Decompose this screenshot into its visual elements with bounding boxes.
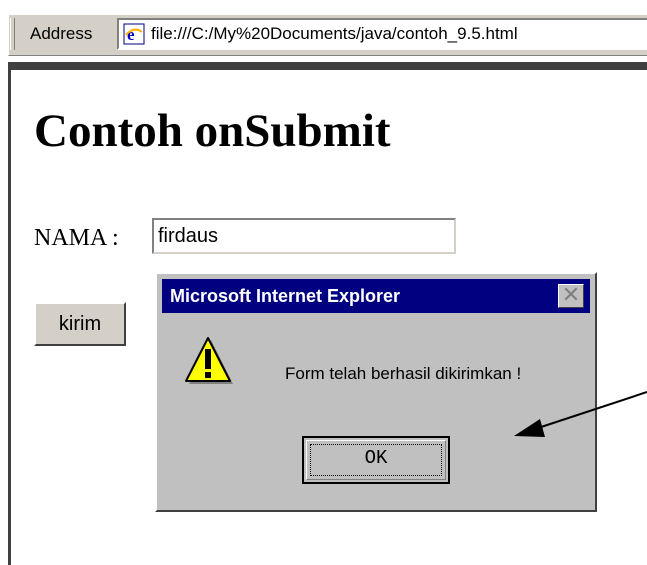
- address-toolbar: Address e file:///C:/My%20Documents/java…: [0, 0, 647, 60]
- kirim-button[interactable]: kirim: [34, 302, 126, 346]
- address-input[interactable]: e file:///C:/My%20Documents/java/contoh_…: [117, 18, 647, 50]
- frame-border-left: [8, 62, 11, 565]
- dialog-titlebar[interactable]: Microsoft Internet Explorer ✕: [162, 279, 590, 313]
- dialog-message: Form telah berhasil dikirimkan !: [285, 364, 522, 383]
- nama-input[interactable]: [152, 218, 456, 254]
- nama-label: NAMA :: [34, 225, 119, 251]
- page-heading: Contoh onSubmit: [34, 105, 391, 157]
- ie-page-icon: e: [123, 23, 145, 45]
- frame-border-top: [8, 62, 647, 70]
- dialog-title: Microsoft Internet Explorer: [170, 286, 401, 306]
- toolbar-grip[interactable]: [10, 18, 15, 50]
- address-label: Address: [30, 24, 93, 43]
- ok-button-label: OK: [310, 444, 442, 476]
- svg-text:e: e: [127, 25, 135, 44]
- warning-icon: [185, 337, 233, 384]
- ok-button[interactable]: OK: [302, 436, 450, 484]
- alert-dialog: Microsoft Internet Explorer ✕ Form telah…: [155, 272, 597, 512]
- address-url: file:///C:/My%20Documents/java/contoh_9.…: [151, 24, 518, 43]
- close-icon[interactable]: ✕: [558, 284, 584, 308]
